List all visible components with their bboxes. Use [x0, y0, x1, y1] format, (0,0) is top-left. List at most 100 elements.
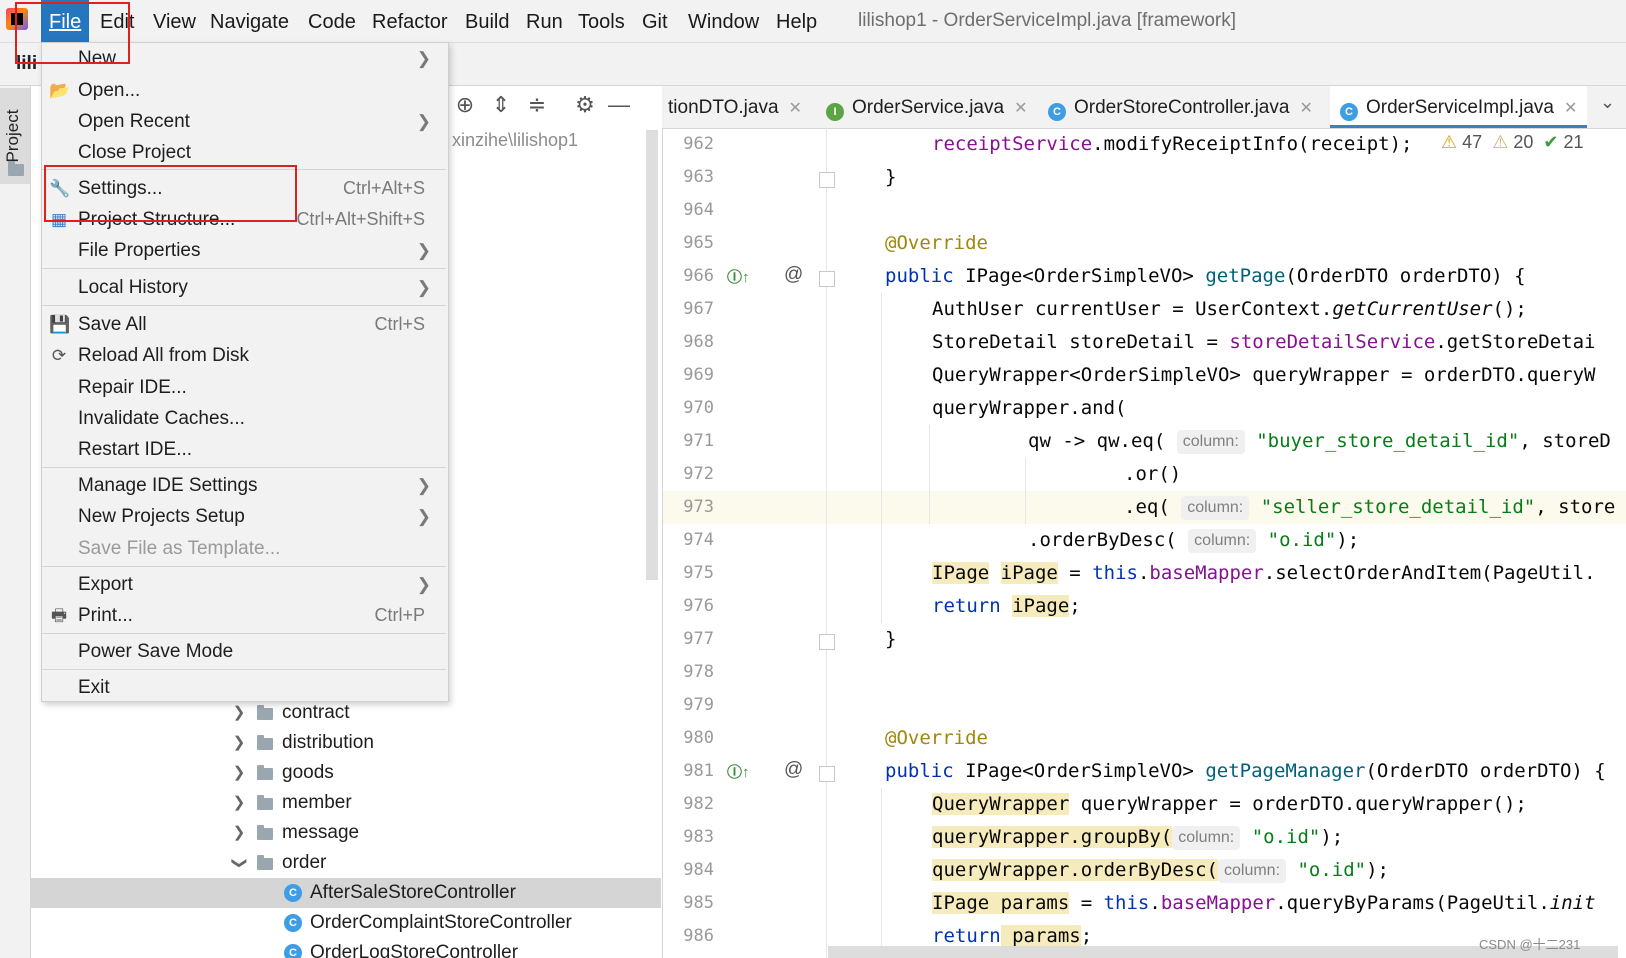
tree-row[interactable]: ❯ goods	[31, 758, 661, 788]
indent-guide	[929, 425, 930, 524]
line-number: 977	[683, 629, 714, 649]
menu-item-restart-ide[interactable]: Restart IDE...	[41, 434, 447, 465]
code-line[interactable]: qw -> qw.eq( column: "buyer_store_detail…	[1028, 425, 1626, 458]
menu-window[interactable]: Window	[680, 0, 767, 42]
gear-icon[interactable]: ⚙	[572, 92, 598, 118]
code-line[interactable]: return iPage;	[932, 590, 1081, 623]
code-line[interactable]: IPage iPage = this.baseMapper.selectOrde…	[932, 557, 1626, 590]
collapse-all-icon[interactable]: ≑	[524, 92, 550, 118]
menu-item-reload-all[interactable]: ⟳ Reload All from Disk	[41, 340, 447, 371]
line-number: 970	[683, 398, 714, 418]
chevron-right-icon[interactable]: ❯	[228, 788, 250, 818]
fold-start-icon[interactable]	[819, 271, 835, 287]
tab-order-service[interactable]: I OrderService.java ✕	[826, 86, 1027, 128]
menu-item-new-projects-setup[interactable]: New Projects Setup ❯	[41, 501, 447, 532]
menu-code[interactable]: Code	[300, 0, 364, 42]
menu-item-export[interactable]: Export ❯	[41, 569, 447, 600]
line-number: 979	[683, 695, 714, 715]
close-icon[interactable]: ✕	[1014, 100, 1027, 117]
code-line[interactable]: .or()	[1124, 458, 1181, 491]
implements-method-icon[interactable]: Ⓘ↑	[727, 266, 750, 287]
class-icon: C	[1340, 103, 1358, 121]
code-line[interactable]: receiptService.modifyReceiptInfo(receipt…	[932, 128, 1432, 161]
code-line[interactable]: QueryWrapper<OrderSimpleVO> queryWrapper…	[932, 359, 1626, 392]
annotation-gutter-icon[interactable]: @	[784, 759, 803, 781]
menu-item-invalidate-caches[interactable]: Invalidate Caches...	[41, 403, 447, 434]
tree-row[interactable]: ❯ distribution	[31, 728, 661, 758]
code-line[interactable]: @Override	[885, 227, 988, 260]
tree-row[interactable]: ❯ order	[31, 848, 661, 878]
close-icon[interactable]: ✕	[1299, 100, 1312, 117]
annotation-gutter-icon[interactable]: @	[784, 264, 803, 286]
tab-order-service-impl[interactable]: C OrderServiceImpl.java ✕	[1330, 86, 1588, 128]
code-line[interactable]: public IPage<OrderSimpleVO> getPageManag…	[885, 755, 1606, 788]
tree-row-selected[interactable]: C AfterSaleStoreController	[31, 878, 661, 908]
menu-separator	[42, 633, 446, 634]
hide-icon[interactable]: —	[606, 92, 632, 118]
code-line[interactable]: queryWrapper.and(	[932, 392, 1126, 425]
fold-end-icon[interactable]	[819, 634, 835, 650]
code-line[interactable]: }	[885, 161, 896, 194]
menu-item-close-project[interactable]: Close Project	[41, 137, 447, 168]
menu-item-open[interactable]: 📂 Open...	[41, 75, 447, 106]
menu-tools[interactable]: Tools	[570, 0, 633, 42]
folder-icon	[257, 855, 273, 870]
chevron-right-icon[interactable]: ❯	[228, 818, 250, 848]
menu-help[interactable]: Help	[768, 0, 825, 42]
expand-all-icon[interactable]: ⇕	[488, 92, 514, 118]
menu-refactor[interactable]: Refactor	[364, 0, 456, 42]
parameter-hint: column:	[1181, 496, 1250, 520]
code-line[interactable]: }	[885, 623, 896, 656]
fold-end-icon[interactable]	[819, 172, 835, 188]
line-number: 963	[683, 167, 714, 187]
chevron-right-icon[interactable]: ❯	[228, 758, 250, 788]
indent-guide	[881, 788, 882, 958]
tree-row[interactable]: C OrderComplaintStoreController	[31, 908, 661, 938]
chevron-down-icon[interactable]: ❯	[224, 852, 254, 874]
locate-icon[interactable]: ⊕	[452, 92, 478, 118]
menu-view[interactable]: View	[145, 0, 204, 42]
menu-item-save-all[interactable]: 💾 Save All Ctrl+S	[41, 309, 447, 340]
chevron-right-icon: ❯	[416, 476, 431, 495]
menu-item-repair-ide[interactable]: Repair IDE...	[41, 372, 447, 403]
inspections-widget[interactable]: ⚠ 47 ⚠ 20 ✔ 21	[1441, 132, 1584, 153]
parameter-hint: column:	[1176, 430, 1245, 454]
weak-warning-icon: ⚠	[1492, 132, 1509, 152]
parameter-hint: column:	[1172, 826, 1241, 850]
tab-order-dto[interactable]: tionDTO.java ✕	[668, 86, 802, 128]
menu-item-power-save-mode[interactable]: Power Save Mode	[41, 636, 447, 667]
menu-navigate[interactable]: Navigate	[202, 0, 297, 42]
menu-run[interactable]: Run	[518, 0, 571, 42]
menu-git[interactable]: Git	[634, 0, 676, 42]
menu-item-manage-ide-settings[interactable]: Manage IDE Settings ❯	[41, 470, 447, 501]
code-line[interactable]: StoreDetail storeDetail = storeDetailSer…	[932, 326, 1626, 359]
menu-item-local-history[interactable]: Local History ❯	[41, 272, 447, 303]
class-icon: C	[284, 884, 302, 902]
code-line[interactable]: public IPage<OrderSimpleVO> getPage(Orde…	[885, 260, 1526, 293]
implements-method-icon[interactable]: Ⓘ↑	[727, 761, 750, 782]
code-line[interactable]: queryWrapper.groupBy(column: "o.id");	[932, 821, 1343, 854]
code-line[interactable]: QueryWrapper queryWrapper = orderDTO.que…	[932, 788, 1527, 821]
tab-order-store-controller[interactable]: C OrderStoreController.java ✕	[1048, 86, 1313, 128]
tree-item-label: member	[282, 792, 352, 813]
project-panel-scrollbar[interactable]	[646, 130, 658, 580]
tree-row[interactable]: C OrderLogStoreController	[31, 938, 661, 958]
code-line[interactable]: .eq( column: "seller_store_detail_id", s…	[1124, 491, 1626, 524]
tree-row[interactable]: ❯ member	[31, 788, 661, 818]
code-line[interactable]: .orderByDesc( column: "o.id");	[1028, 524, 1359, 557]
menu-item-print[interactable]: 🖶 Print... Ctrl+P	[41, 600, 447, 631]
menu-item-file-properties[interactable]: File Properties ❯	[41, 235, 447, 266]
menu-build[interactable]: Build	[457, 0, 517, 42]
close-icon[interactable]: ✕	[789, 100, 802, 117]
code-line[interactable]: @Override	[885, 722, 988, 755]
tree-row[interactable]: ❯ message	[31, 818, 661, 848]
fold-start-icon[interactable]	[819, 766, 835, 782]
menu-item-open-recent[interactable]: Open Recent ❯	[41, 106, 447, 137]
menu-item-exit[interactable]: Exit	[41, 672, 447, 703]
chevron-right-icon[interactable]: ❯	[228, 728, 250, 758]
code-line[interactable]: queryWrapper.orderByDesc(column: "o.id")…	[932, 854, 1389, 887]
code-line[interactable]: AuthUser currentUser = UserContext.getCu…	[932, 293, 1527, 326]
close-icon[interactable]: ✕	[1564, 100, 1577, 117]
chevron-down-icon[interactable]: ⌄	[1600, 92, 1615, 113]
code-line[interactable]: IPage params = this.baseMapper.queryByPa…	[932, 887, 1626, 920]
